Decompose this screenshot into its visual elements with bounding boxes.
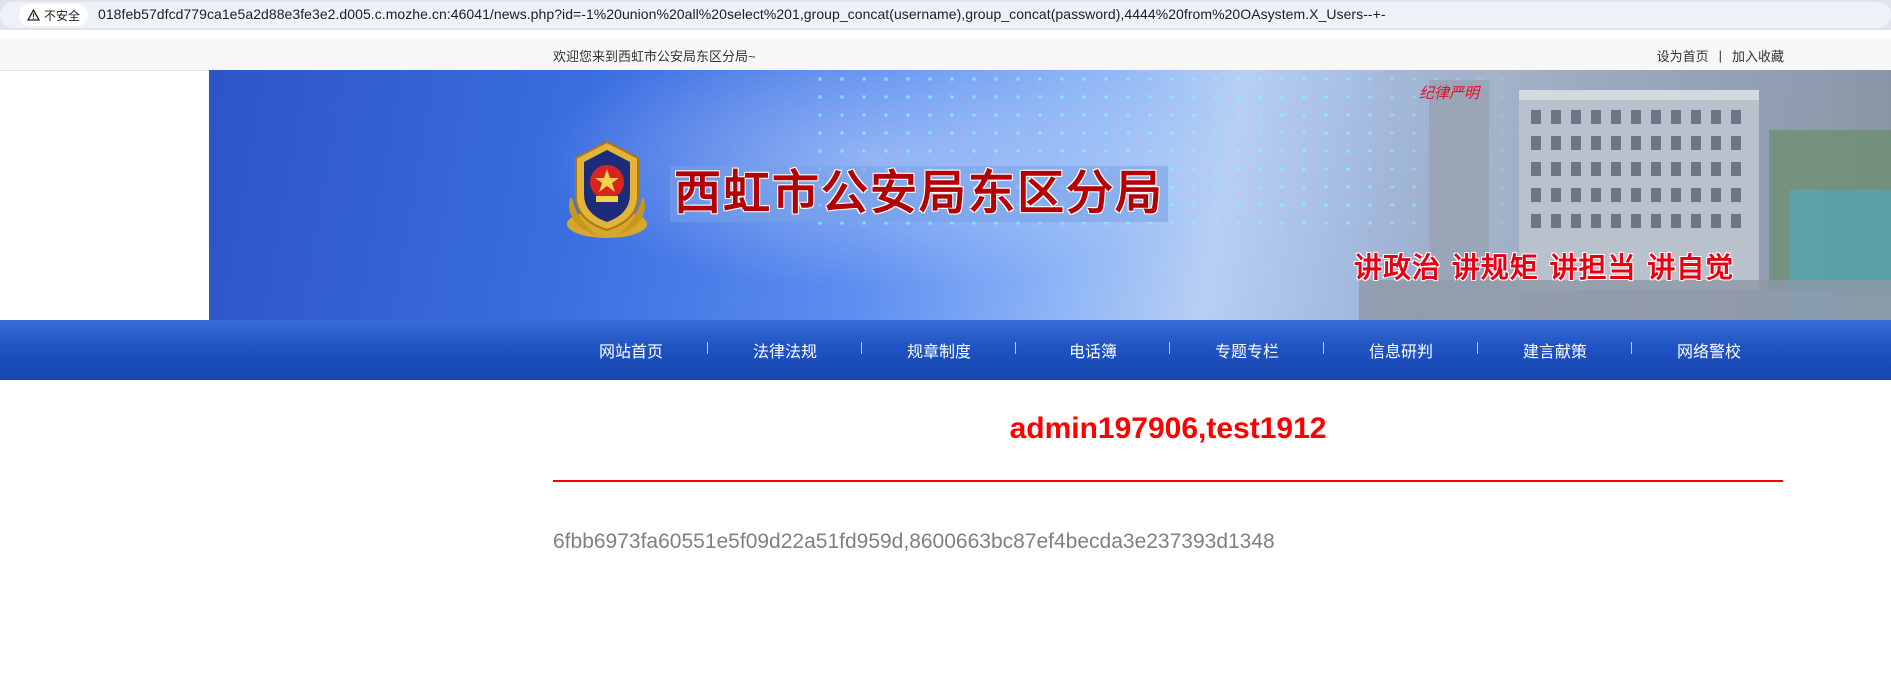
title-divider (553, 480, 1783, 482)
link-separator: | (1718, 48, 1722, 63)
nav-item-suggestions[interactable]: 建言献策 (1478, 338, 1632, 362)
welcome-text: 欢迎您来到西虹市公安局东区分局~ (553, 49, 756, 64)
nav-item-home[interactable]: 网站首页 (554, 338, 708, 362)
nav-item-cyber-police-school[interactable]: 网络警校 (1632, 338, 1786, 362)
news-title: admin197906,test1912 (1009, 412, 1327, 445)
security-indicator[interactable]: 不安全 (19, 4, 89, 26)
warning-icon (27, 9, 40, 21)
nav-item-special-topics[interactable]: 专题专栏 (1170, 338, 1324, 362)
main-nav: 网站首页 法律法规 规章制度 电话簿 专题专栏 信息研判 建言献策 网络警校 (0, 320, 1891, 380)
header-banner: 纪律严明 西虹市公安局东区分局 讲政治 讲规矩 讲担当 讲自觉 (209, 70, 1891, 320)
nav-items: 网站首页 法律法规 规章制度 电话簿 专题专栏 信息研判 建言献策 网络警校 (554, 320, 1786, 380)
building-sign-text: 纪律严明 (1419, 84, 1480, 102)
news-body: 6fbb6973fa60551e5f09d22a51fd959d,8600663… (553, 530, 1275, 553)
nav-item-phonebook[interactable]: 电话簿 (1016, 338, 1170, 362)
nav-item-info-analysis[interactable]: 信息研判 (1324, 338, 1478, 362)
site-title: 西虹市公安局东区分局 (670, 166, 1168, 222)
browser-address-bar: 不安全 018feb57dfcd779ca1e5a2d88e3fe3e2.d00… (0, 0, 1891, 30)
set-homepage-link[interactable]: 设为首页 (1657, 46, 1709, 65)
nav-item-laws[interactable]: 法律法规 (708, 338, 862, 362)
top-utility-bar: 欢迎您来到西虹市公安局东区分局~ 设为首页 | 加入收藏 (0, 38, 1891, 71)
add-bookmark-link[interactable]: 加入收藏 (1732, 46, 1784, 65)
police-emblem-icon (567, 140, 647, 238)
top-links: 设为首页 | 加入收藏 (1657, 46, 1784, 65)
nav-item-regulations[interactable]: 规章制度 (862, 338, 1016, 362)
banner-slogan: 讲政治 讲规矩 讲担当 讲自觉 (1354, 251, 1735, 284)
security-label: 不安全 (44, 8, 81, 23)
url-text[interactable]: 018feb57dfcd779ca1e5a2d88e3fe3e2.d005.c.… (98, 6, 1386, 22)
